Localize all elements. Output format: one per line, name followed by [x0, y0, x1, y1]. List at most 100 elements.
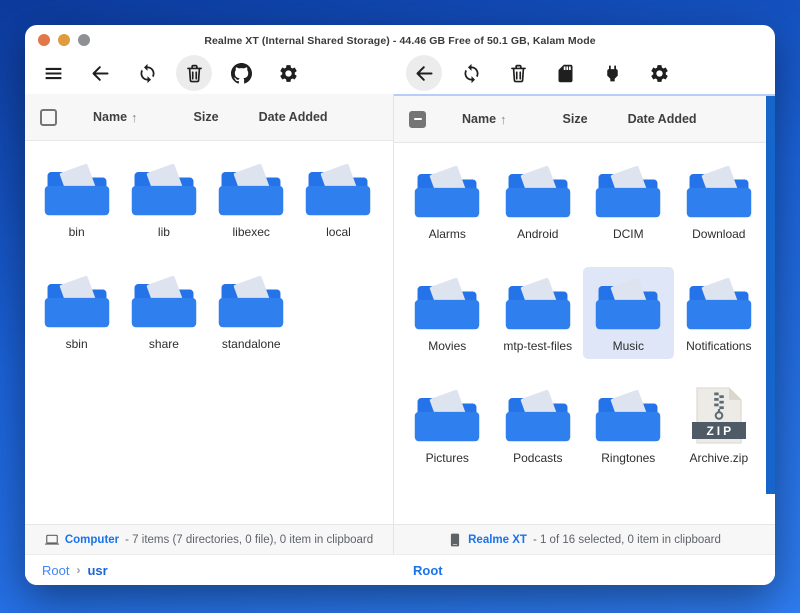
- local-toolbar: [25, 55, 394, 91]
- folder-icon: [593, 275, 663, 332]
- file-tile-android[interactable]: Android: [493, 155, 584, 247]
- column-size[interactable]: Size: [563, 112, 588, 126]
- usb-plug-button[interactable]: [594, 55, 630, 91]
- file-name: local: [326, 225, 351, 239]
- file-name: libexec: [233, 225, 270, 239]
- file-tile-mtp-test-files[interactable]: mtp-test-files: [493, 267, 584, 359]
- folder-icon: [412, 387, 482, 444]
- file-tile-share[interactable]: share: [120, 265, 207, 357]
- folder-icon: [684, 275, 754, 332]
- file-name: Music: [613, 339, 644, 353]
- gear-icon: [649, 63, 670, 84]
- folder-icon: [129, 161, 199, 218]
- file-name: Pictures: [426, 451, 469, 465]
- local-settings-button[interactable]: [270, 55, 306, 91]
- computer-icon: [45, 533, 59, 547]
- storage-button[interactable]: [547, 55, 583, 91]
- breadcrumb-root[interactable]: Root: [413, 563, 443, 578]
- folder-icon: [684, 163, 754, 220]
- trash-icon: [184, 63, 205, 84]
- sort-ascending-icon: ↑: [131, 110, 138, 125]
- traffic-lights: [38, 34, 90, 46]
- title-bar: Realme XT (Internal Shared Storage) - 44…: [25, 25, 775, 52]
- file-tile-bin[interactable]: bin: [33, 153, 120, 245]
- device-pane: Name ↑ Size Date Added Alarms Android: [394, 94, 775, 554]
- file-tile-libexec[interactable]: libexec: [208, 153, 295, 245]
- zoom-window-button[interactable]: [78, 34, 90, 46]
- file-name: Notifications: [686, 339, 751, 353]
- file-tile-ringtones[interactable]: Ringtones: [583, 379, 674, 471]
- folder-icon: [593, 387, 663, 444]
- folder-icon: [42, 161, 112, 218]
- column-size[interactable]: Size: [194, 110, 219, 124]
- back-icon: [414, 63, 435, 84]
- device-column-header: Name ↑ Size Date Added: [394, 96, 775, 143]
- local-delete-button[interactable]: [176, 55, 212, 91]
- toolbar: [25, 52, 775, 94]
- column-name[interactable]: Name ↑: [462, 112, 507, 127]
- device-pane-scrollbar[interactable]: [766, 96, 775, 494]
- file-tile-sbin[interactable]: sbin: [33, 265, 120, 357]
- column-name-label: Name: [93, 110, 127, 124]
- folder-icon: [216, 161, 286, 218]
- file-tile-notifications[interactable]: Notifications: [674, 267, 765, 359]
- local-refresh-button[interactable]: [129, 55, 165, 91]
- column-name[interactable]: Name ↑: [93, 110, 138, 125]
- file-name: lib: [158, 225, 170, 239]
- file-tile-pictures[interactable]: Pictures: [402, 379, 493, 471]
- plug-icon: [602, 63, 623, 84]
- file-name: standalone: [222, 337, 281, 351]
- column-date-added[interactable]: Date Added: [628, 112, 697, 126]
- device-file-grid: Alarms Android DCIM Download: [394, 143, 775, 524]
- file-tile-movies[interactable]: Movies: [402, 267, 493, 359]
- device-name-link[interactable]: Realme XT: [468, 534, 527, 546]
- file-tile-standalone[interactable]: standalone: [208, 265, 295, 357]
- close-window-button[interactable]: [38, 34, 50, 46]
- zip-file-icon: ZIP: [691, 387, 747, 444]
- folder-icon: [42, 273, 112, 330]
- minimize-window-button[interactable]: [58, 34, 70, 46]
- back-icon: [90, 63, 111, 84]
- column-date-added[interactable]: Date Added: [259, 110, 328, 124]
- desktop-background: Realme XT (Internal Shared Storage) - 44…: [0, 0, 800, 613]
- file-tile-podcasts[interactable]: Podcasts: [493, 379, 584, 471]
- file-tile-local[interactable]: local: [295, 153, 382, 245]
- local-breadcrumb: Root › usr: [25, 563, 394, 578]
- zip-badge: ZIP: [692, 422, 746, 439]
- local-select-all-checkbox[interactable]: [40, 109, 57, 126]
- file-tile-dcim[interactable]: DCIM: [583, 155, 674, 247]
- file-name: Android: [517, 227, 558, 241]
- file-tile-music-selected[interactable]: Music: [583, 267, 674, 359]
- file-name: Archive.zip: [689, 451, 748, 465]
- device-refresh-button[interactable]: [453, 55, 489, 91]
- file-tile-lib[interactable]: lib: [120, 153, 207, 245]
- menu-button[interactable]: [35, 55, 71, 91]
- file-name: share: [149, 337, 179, 351]
- local-back-button[interactable]: [82, 55, 118, 91]
- refresh-icon: [461, 63, 482, 84]
- refresh-icon: [137, 63, 158, 84]
- file-tile-alarms[interactable]: Alarms: [402, 155, 493, 247]
- device-breadcrumb: Root: [394, 563, 775, 578]
- device-settings-button[interactable]: [641, 55, 677, 91]
- folder-icon: [503, 275, 573, 332]
- phone-icon: [448, 533, 462, 547]
- file-name: DCIM: [613, 227, 644, 241]
- chevron-right-icon: ›: [76, 563, 80, 577]
- file-name: sbin: [66, 337, 88, 351]
- sort-ascending-icon: ↑: [500, 112, 507, 127]
- device-back-button[interactable]: [406, 55, 442, 91]
- device-select-all-checkbox[interactable]: [409, 111, 426, 128]
- breadcrumb-root[interactable]: Root: [42, 563, 69, 578]
- breadcrumb-current[interactable]: usr: [87, 563, 107, 578]
- file-tile-download[interactable]: Download: [674, 155, 765, 247]
- file-name: Movies: [428, 339, 466, 353]
- breadcrumb-row: Root › usr Root: [25, 554, 775, 585]
- github-button[interactable]: [223, 55, 259, 91]
- local-device-link[interactable]: Computer: [65, 534, 119, 546]
- device-delete-button[interactable]: [500, 55, 536, 91]
- folder-icon: [412, 163, 482, 220]
- file-tile-archive-zip[interactable]: ZIP Archive.zip: [674, 379, 765, 471]
- local-status-bar: Computer - 7 items (7 directories, 0 fil…: [25, 524, 393, 554]
- device-status-bar: Realme XT - 1 of 16 selected, 0 item in …: [394, 524, 775, 554]
